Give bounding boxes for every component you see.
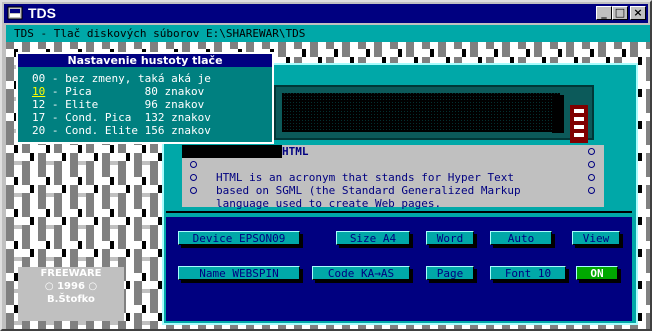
preview-line: HTML is an acronym that stands for Hyper… xyxy=(216,171,515,184)
freeware-stamp: FREEWARE ○ 1996 ○ B.Štofko xyxy=(18,267,124,321)
print-head-track xyxy=(282,93,560,132)
code-button[interactable]: Code KA→AS xyxy=(312,266,410,280)
freeware-author: B.Štofko xyxy=(47,294,95,305)
density-option-12[interactable]: 12 - Elite 96 znakov xyxy=(32,98,204,111)
bullet-icon xyxy=(588,148,595,155)
on-toggle-button[interactable]: ON xyxy=(576,266,618,280)
maximize-button[interactable]: □ xyxy=(612,6,628,20)
preview-header-bar xyxy=(182,145,282,158)
app-client-area: TDS - Tlač diskových súborov E:\SHAREWAR… xyxy=(6,25,650,329)
density-option-17[interactable]: 17 - Cond. Pica 132 znakov xyxy=(32,111,211,124)
bullet-icon xyxy=(190,174,197,181)
page-button[interactable]: Page xyxy=(426,266,474,280)
bullet-icon xyxy=(190,161,197,168)
application-window: TDS _ □ × TDS - Tlač diskových súborov E… xyxy=(0,0,652,331)
status-headline: TDS - Tlač diskových súborov E:\SHAREWAR… xyxy=(6,25,650,42)
preview-line: language used to create Web pages. xyxy=(216,197,442,210)
minimize-button[interactable]: _ xyxy=(596,6,612,20)
word-button[interactable]: Word xyxy=(426,231,474,245)
bullet-icon xyxy=(588,174,595,181)
density-menu[interactable]: Nastavenie hustoty tlače 00 - bez zmeny,… xyxy=(16,52,274,144)
printer-display xyxy=(274,85,594,143)
track-end xyxy=(552,95,564,133)
font-button[interactable]: Font 10 xyxy=(490,266,566,280)
density-option-00[interactable]: 00 - bez zmeny, taká aká je xyxy=(32,72,211,85)
view-button[interactable]: View xyxy=(572,231,620,245)
text-preview[interactable]: HTML HTML is an acronym that stands for … xyxy=(182,145,604,210)
app-icon xyxy=(7,6,23,20)
preview-heading: HTML xyxy=(282,145,309,158)
name-button[interactable]: Name WEBSPIN xyxy=(178,266,300,280)
panel-divider xyxy=(166,211,632,213)
freeware-year: ○ 1996 ○ xyxy=(44,281,98,292)
device-button[interactable]: Device EPSON09 xyxy=(178,231,300,245)
density-option-10[interactable]: 10 - Pica 80 znakov xyxy=(32,85,204,98)
size-button[interactable]: Size A4 xyxy=(336,231,410,245)
close-button[interactable]: × xyxy=(630,6,646,20)
freeware-label: FREEWARE xyxy=(40,268,102,279)
bullet-icon xyxy=(190,187,197,194)
bullet-icon xyxy=(588,161,595,168)
preview-line: based on SGML (the Standard Generalized … xyxy=(216,184,521,197)
auto-button[interactable]: Auto xyxy=(490,231,552,245)
density-option-20[interactable]: 20 - Cond. Elite 156 znakov xyxy=(32,124,211,137)
printer-connector-icon xyxy=(570,105,588,143)
window-title: TDS xyxy=(28,5,56,21)
title-bar[interactable]: TDS _ □ × xyxy=(4,4,648,23)
density-menu-title: Nastavenie hustoty tlače xyxy=(18,54,272,67)
bullet-icon xyxy=(588,187,595,194)
